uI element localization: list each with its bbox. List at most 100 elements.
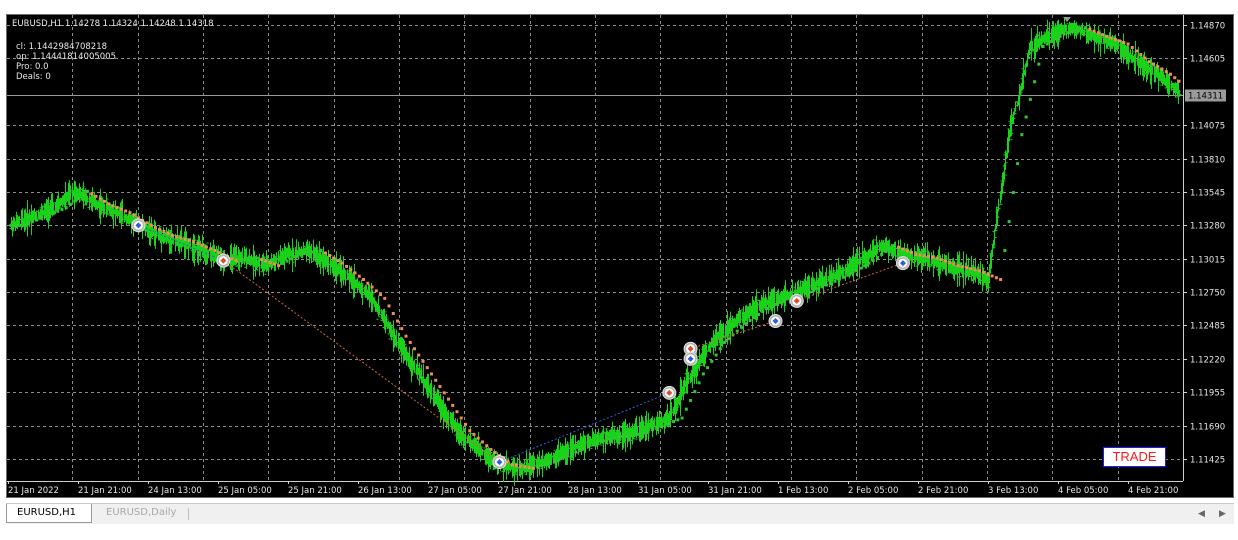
price-chart[interactable]: 1.14870 1.14605 1.14075 1.13810 1.13545 1.132… xyxy=(7,15,1233,497)
trend-dot-up xyxy=(561,456,565,460)
trend-dot-up xyxy=(34,218,38,222)
trend-dot-up xyxy=(782,298,786,302)
trend-dot-down xyxy=(1122,40,1126,44)
trend-dot-down xyxy=(387,304,391,308)
trend-dot-up xyxy=(22,223,26,227)
trend-dot-up xyxy=(752,316,756,320)
trend-dot-up xyxy=(892,243,896,247)
trend-dot-down xyxy=(400,327,404,331)
trend-dot-up xyxy=(689,398,693,402)
trend-dot-down xyxy=(1126,42,1130,46)
trend-dot-up xyxy=(621,434,625,438)
tab-eurusd-h1[interactable]: EURUSD,H1 xyxy=(6,504,92,523)
trend-dot-up xyxy=(706,366,710,370)
trend-dot-down xyxy=(1101,33,1105,37)
trend-dot-up xyxy=(850,271,854,275)
indicator-open: op: 1.14441814005005 xyxy=(16,52,116,62)
trend-dot-up xyxy=(1058,34,1062,38)
trend-dot-up xyxy=(646,429,650,433)
current-price-label: 1.14311 xyxy=(1188,92,1223,102)
trend-dot-down xyxy=(485,444,489,448)
trend-dot-up xyxy=(667,421,671,425)
trend-dot-up xyxy=(701,372,705,376)
trend-dot-up xyxy=(867,261,871,265)
trend-dot-down xyxy=(1118,39,1122,43)
trend-dot-down xyxy=(446,397,450,401)
trend-dot-up xyxy=(714,353,718,357)
trend-dot-down xyxy=(421,359,425,363)
scroll-right-icon[interactable]: ▶ xyxy=(1219,505,1226,523)
trend-dot-up xyxy=(570,452,574,456)
trend-dot-down xyxy=(272,262,276,266)
indicator-close: cl: 1.1442984708218 xyxy=(16,42,108,52)
indicator-profit: Pro: 0.0 xyxy=(16,62,49,72)
trend-dot-up xyxy=(676,418,680,422)
trend-dot-up xyxy=(604,439,608,443)
trend-dot-up xyxy=(884,250,888,254)
trend-dot-up xyxy=(1007,220,1011,224)
trend-dot-up xyxy=(47,213,51,217)
trend-dot-down xyxy=(965,266,969,270)
trend-dot-down xyxy=(1113,37,1117,41)
trend-dot-up xyxy=(786,296,790,300)
trend-dot-down xyxy=(260,258,264,262)
trend-dot-up xyxy=(319,249,323,253)
trend-dot-up xyxy=(875,256,879,260)
trend-dot-down xyxy=(179,236,183,240)
trend-dot-down xyxy=(264,259,268,263)
trade-button[interactable]: TRADE xyxy=(1103,447,1166,467)
trend-dot-up xyxy=(26,222,30,226)
trend-dot-down xyxy=(1147,60,1151,64)
trend-dot-up xyxy=(17,223,21,227)
trend-dot-up xyxy=(599,440,603,444)
trend-dot-down xyxy=(166,231,170,235)
time-label: 2 Feb 05:00 xyxy=(848,486,898,496)
trend-dot-up xyxy=(663,423,667,427)
symbol-info: EURUSD,H1 1.14278 1.14324 1.14248 1.1431… xyxy=(12,19,214,29)
trend-dot-up xyxy=(858,266,862,270)
trend-dot-up xyxy=(1084,26,1088,30)
trend-dot-up xyxy=(854,269,858,273)
trend-dot-down xyxy=(124,209,128,213)
scroll-left-icon[interactable]: ◀ xyxy=(1198,505,1205,523)
trend-dot-up xyxy=(544,463,548,467)
trend-dot-down xyxy=(506,460,510,464)
trend-dot-down xyxy=(527,466,531,470)
trend-dot-down xyxy=(952,262,956,266)
trend-dot-down xyxy=(1169,72,1173,76)
time-label: 27 Jan 05:00 xyxy=(428,486,482,496)
price-label: 1.14605 xyxy=(1190,55,1225,65)
trend-dot-up xyxy=(744,322,748,326)
trend-dot-up xyxy=(833,279,837,283)
trend-dot-down xyxy=(1152,62,1156,66)
trend-dot-up xyxy=(247,257,251,261)
trend-dot-down xyxy=(107,202,111,206)
trend-dot-up xyxy=(43,215,47,219)
trend-dot-down xyxy=(1139,53,1143,57)
chart-window[interactable]: 1.14870 1.14605 1.14075 1.13810 1.13545 1.132… xyxy=(6,14,1234,498)
trend-dot-up xyxy=(612,436,616,440)
trend-dot-up xyxy=(761,309,765,313)
trend-dot-down xyxy=(1088,27,1092,31)
trend-dot-down xyxy=(1135,49,1139,53)
trend-dot-down xyxy=(192,240,196,244)
tab-eurusd-daily[interactable]: EURUSD,Daily xyxy=(96,504,186,523)
trend-dot-down xyxy=(149,223,153,227)
time-label: 4 Feb 05:00 xyxy=(1058,486,1108,496)
trend-dot-down xyxy=(519,464,523,468)
trend-dot-down xyxy=(909,251,913,255)
trend-dot-up xyxy=(807,290,811,294)
trend-dot-up xyxy=(1062,32,1066,36)
trend-dot-up xyxy=(803,291,807,295)
trend-dot-down xyxy=(455,410,459,414)
trend-dot-up xyxy=(306,251,310,255)
trend-dot-up xyxy=(1011,191,1015,195)
trend-dot-down xyxy=(132,213,136,217)
trend-dot-down xyxy=(531,466,535,470)
trend-dot-up xyxy=(540,464,544,468)
trend-dot-down xyxy=(349,268,353,272)
trend-dot-up xyxy=(816,287,820,291)
trend-dot-up xyxy=(1037,62,1041,66)
trend-dot-down xyxy=(396,319,400,323)
trend-dot-down xyxy=(1105,34,1109,38)
